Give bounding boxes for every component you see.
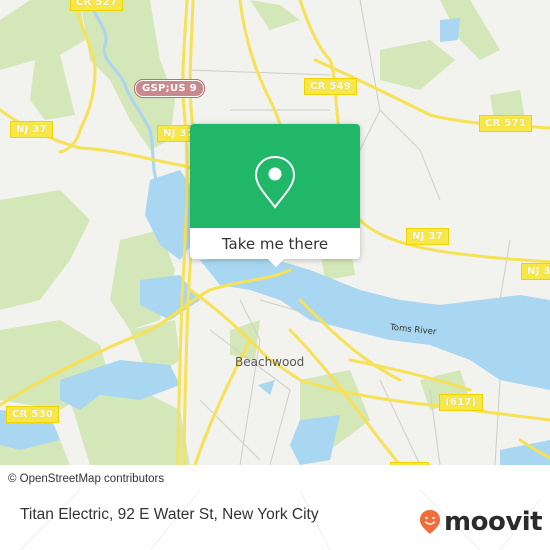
road-shield-us-9: US 9 xyxy=(390,462,429,465)
popup-header xyxy=(190,124,360,228)
road-shield-nj-37-west: NJ 37 xyxy=(10,121,53,138)
road-shield-cr-527: CR 527 xyxy=(70,0,124,11)
road-shield-cr-530: CR 530 xyxy=(6,406,60,423)
place-label-beachwood: Beachwood xyxy=(235,355,305,369)
location-popup: Take me there xyxy=(190,124,360,267)
road-shield-617: (617) xyxy=(439,394,483,411)
road-shield-cr-571: CR 571 xyxy=(479,115,533,132)
moovit-logo[interactable]: moovit xyxy=(419,507,543,537)
take-me-there-button[interactable]: Take me there xyxy=(190,228,360,259)
map-attribution[interactable]: © OpenStreetMap contributors xyxy=(0,469,173,489)
moovit-wordmark: moovit xyxy=(444,507,543,537)
road-shield-nj-37-far-east: NJ 37 xyxy=(521,263,550,280)
moovit-smiley-pin-icon xyxy=(420,510,440,534)
popup-pointer xyxy=(267,258,285,267)
road-shield-nj-37-east: NJ 37 xyxy=(406,228,449,245)
road-shield-cr-549: CR 549 xyxy=(304,78,358,95)
location-title: Titan Electric, 92 E Water St, New York … xyxy=(20,506,319,523)
location-pin-icon xyxy=(254,155,296,209)
road-shield-gsp-us-9: GSP;US 9 xyxy=(134,79,205,98)
